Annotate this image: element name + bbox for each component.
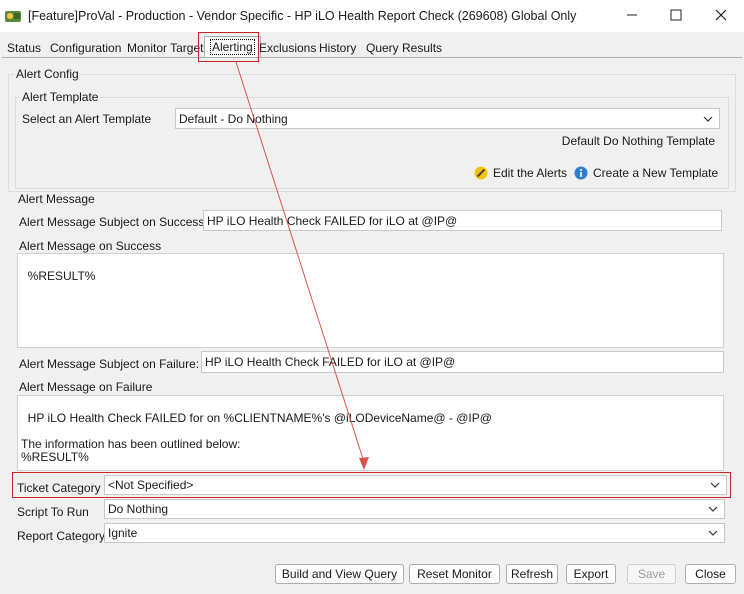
alert-template-select[interactable]: Default - Do Nothing bbox=[175, 108, 720, 129]
close-icon bbox=[715, 9, 727, 21]
save-button[interactable]: Save bbox=[627, 564, 676, 584]
message-success-label: Alert Message on Success bbox=[19, 239, 162, 253]
create-template-link[interactable]: Create a New Template bbox=[574, 166, 718, 180]
select-template-label: Select an Alert Template bbox=[22, 112, 152, 126]
template-description: Default Do Nothing Template bbox=[561, 134, 715, 148]
script-to-run-value: Do Nothing bbox=[108, 502, 169, 516]
close-button[interactable]: Close bbox=[685, 564, 736, 584]
tab-configuration[interactable]: Configuration bbox=[45, 38, 126, 58]
alerting-tab-highlight bbox=[198, 32, 259, 62]
report-category-select[interactable]: Ignite bbox=[104, 523, 725, 543]
edit-pencil-icon bbox=[474, 166, 488, 180]
scroll-thumb-icon bbox=[720, 409, 724, 471]
edit-alerts-link[interactable]: Edit the Alerts bbox=[474, 166, 567, 180]
subject-failure-label: Alert Message Subject on Failure: bbox=[19, 357, 200, 371]
message-success-text: %RESULT% bbox=[27, 269, 96, 283]
edit-alerts-label: Edit the Alerts bbox=[493, 166, 568, 180]
tab-query-results[interactable]: Query Results bbox=[361, 38, 447, 58]
tab-monitor-target[interactable]: Monitor Target bbox=[122, 38, 208, 58]
close-window-button[interactable] bbox=[698, 0, 744, 30]
title-bar: [Feature]ProVal - Production - Vendor Sp… bbox=[0, 0, 744, 32]
alert-template-label: Alert Template bbox=[20, 90, 101, 104]
minimize-button[interactable] bbox=[609, 0, 655, 30]
script-to-run-select[interactable]: Do Nothing bbox=[104, 499, 725, 519]
tab-history[interactable]: History bbox=[314, 38, 361, 58]
message-success-scrollbar[interactable] bbox=[707, 254, 723, 347]
chevron-down-icon bbox=[708, 506, 718, 512]
alert-message-section-label: Alert Message bbox=[18, 192, 95, 206]
minimize-icon bbox=[627, 14, 637, 16]
chevron-down-icon bbox=[703, 116, 713, 122]
scroll-arrows-icon bbox=[720, 267, 724, 348]
message-success-textarea[interactable]: %RESULT% bbox=[17, 253, 724, 348]
refresh-button[interactable]: Refresh bbox=[506, 564, 558, 584]
subject-success-input[interactable]: HP iLO Health Check FAILED for iLO at @I… bbox=[203, 210, 722, 231]
create-template-label: Create a New Template bbox=[593, 166, 719, 180]
tab-status[interactable]: Status bbox=[2, 38, 46, 58]
reset-monitor-button[interactable]: Reset Monitor bbox=[409, 564, 500, 584]
app-logo-icon bbox=[4, 7, 22, 25]
window-title: [Feature]ProVal - Production - Vendor Sp… bbox=[28, 9, 577, 23]
message-failure-scrollbar[interactable] bbox=[707, 396, 723, 470]
tab-strip: Status Configuration Monitor Target Aler… bbox=[0, 36, 744, 59]
script-to-run-label: Script To Run bbox=[17, 505, 89, 519]
chevron-down-icon bbox=[708, 530, 718, 536]
maximize-button[interactable] bbox=[653, 0, 699, 30]
report-category-value: Ignite bbox=[108, 526, 138, 540]
export-button[interactable]: Export bbox=[566, 564, 616, 584]
build-view-query-button[interactable]: Build and View Query bbox=[275, 564, 404, 584]
report-category-label: Report Category bbox=[17, 529, 106, 543]
info-icon bbox=[574, 166, 588, 180]
alert-template-value: Default - Do Nothing bbox=[179, 111, 288, 126]
subject-success-label: Alert Message Subject on Success: bbox=[19, 215, 208, 229]
alert-config-label: Alert Config bbox=[14, 67, 81, 81]
message-failure-textarea[interactable]: HP iLO Health Check FAILED for on %CLIEN… bbox=[17, 395, 724, 471]
subject-failure-input[interactable]: HP iLO Health Check FAILED for iLO at @I… bbox=[201, 351, 724, 373]
ticket-category-highlight bbox=[12, 472, 731, 498]
message-failure-text: HP iLO Health Check FAILED for on %CLIEN… bbox=[21, 411, 492, 464]
message-failure-label: Alert Message on Failure bbox=[19, 380, 153, 394]
tab-exclusions[interactable]: Exclusions bbox=[254, 38, 321, 58]
maximize-icon bbox=[670, 9, 682, 21]
